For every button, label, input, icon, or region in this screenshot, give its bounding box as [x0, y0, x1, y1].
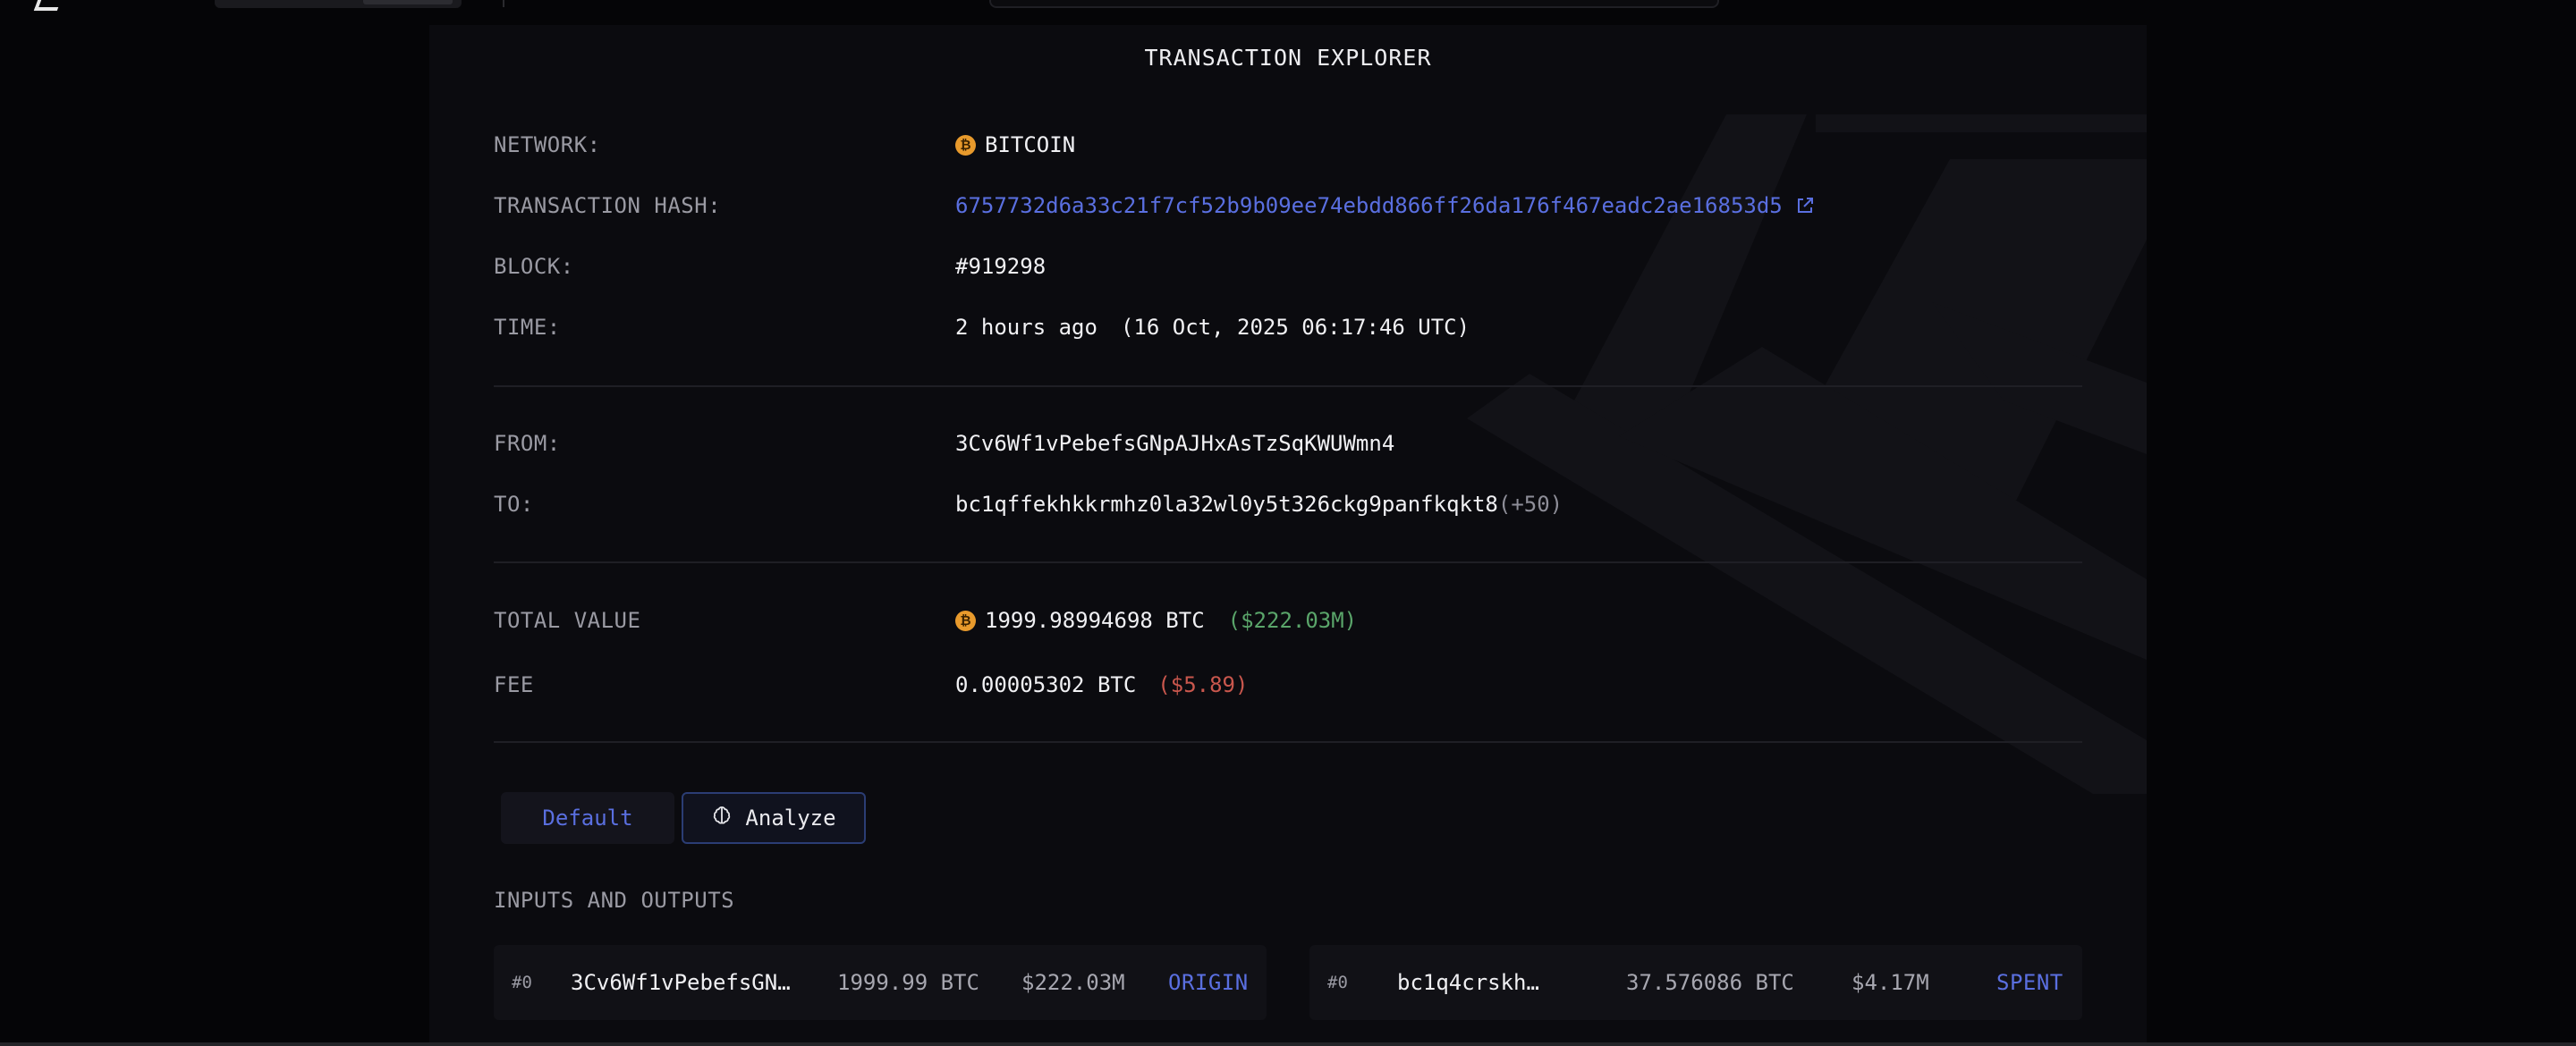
hash-label: TRANSACTION HASH: [494, 193, 722, 218]
output-address[interactable]: bc1q4crskh… [1397, 945, 1539, 1020]
network-label: NETWORK: [494, 132, 601, 157]
from-address[interactable]: 3Cv6Wf1vPebefsGNpAJHxAsTzSqKWUWmn4 [955, 426, 1394, 461]
external-link-icon[interactable] [1795, 196, 1815, 215]
network-selector[interactable] [215, 0, 462, 8]
to-extra-count[interactable]: (+50) [1498, 486, 1563, 522]
divider [494, 561, 2082, 563]
fee-label: FEE [494, 672, 534, 697]
input-status-badge: ORIGIN [1168, 970, 1249, 995]
time-label: TIME: [494, 315, 561, 340]
to-label: TO: [494, 492, 534, 517]
inputs-outputs-heading: INPUTS AND OUTPUTS [494, 888, 735, 913]
nav-divider [503, 0, 504, 7]
from-label: FROM: [494, 431, 561, 456]
input-index: #0 [512, 973, 532, 992]
total-value-btc: 1999.98994698 BTC [985, 608, 1205, 633]
brain-icon [711, 805, 733, 831]
output-index: #0 [1327, 973, 1348, 992]
transaction-hash-link[interactable]: 6757732d6a33c21f7cf52b9b09ee74ebdd866ff2… [955, 188, 1783, 224]
network-value: BITCOIN [985, 132, 1076, 157]
total-value-usd: ($222.03M) [1227, 608, 1358, 633]
divider [494, 385, 2082, 387]
transaction-panel: TRANSACTION EXPLORER NETWORK: ₿ BITCOIN … [429, 25, 2147, 1046]
network-row: NETWORK: ₿ BITCOIN [494, 127, 2082, 163]
output-usd: $4.17M [1852, 970, 1929, 995]
time-relative: 2 hours ago [955, 315, 1097, 340]
divider [494, 741, 2082, 743]
output-row[interactable]: #0 bc1q4crskh… 37.576086 BTC $4.17M SPEN… [1309, 945, 2082, 1020]
tab-analyze[interactable]: Analyze [682, 792, 866, 844]
bitcoin-icon: ₿ [955, 610, 976, 631]
network-selector-badge [363, 0, 453, 4]
time-value-wrap: 2 hours ago (16 Oct, 2025 06:17:46 UTC) [955, 309, 1470, 345]
block-label: BLOCK: [494, 254, 574, 279]
block-row: BLOCK: #919298 [494, 249, 2082, 284]
output-status-badge: SPENT [1996, 970, 2063, 995]
hash-value-wrap: 6757732d6a33c21f7cf52b9b09ee74ebdd866ff2… [955, 188, 1815, 224]
page-title: TRANSACTION EXPLORER [1144, 45, 1432, 71]
fee-usd: ($5.89) [1157, 672, 1249, 697]
bottom-border [0, 1042, 2576, 1046]
bitcoin-icon: ₿ [955, 134, 976, 156]
total-value-wrap: ₿ 1999.98994698 BTC ($222.03M) [955, 603, 1357, 638]
output-amount: 37.576086 BTC [1626, 970, 1794, 995]
view-tabs: Default Analyze [501, 792, 866, 848]
block-value[interactable]: #919298 [955, 249, 1046, 284]
input-row[interactable]: #0 3Cv6Wf1vPebefsGN… 1999.99 BTC $222.03… [494, 945, 1267, 1020]
tab-analyze-label: Analyze [745, 806, 836, 831]
time-row: TIME: 2 hours ago (16 Oct, 2025 06:17:46… [494, 309, 2082, 345]
input-amount: 1999.99 BTC [837, 970, 979, 995]
tab-default-label: Default [542, 806, 633, 831]
hash-row: TRANSACTION HASH: 6757732d6a33c21f7cf52b… [494, 188, 2082, 224]
input-usd: $222.03M [1021, 970, 1125, 995]
search-input[interactable] [989, 0, 1719, 8]
top-navbar [0, 0, 2576, 13]
to-value-wrap: bc1qffekhkkrmhz0la32wl0y5t326ckg9panfkqk… [955, 486, 1563, 522]
tab-default[interactable]: Default [501, 792, 674, 844]
logo-chevron-icon[interactable] [33, 0, 62, 11]
to-address[interactable]: bc1qffekhkkrmhz0la32wl0y5t326ckg9panfkqk… [955, 486, 1498, 522]
fee-value-wrap: 0.00005302 BTC ($5.89) [955, 667, 1248, 703]
fee-row: FEE 0.00005302 BTC ($5.89) [494, 667, 2082, 703]
fee-btc: 0.00005302 BTC [955, 672, 1137, 697]
time-absolute: (16 Oct, 2025 06:17:46 UTC) [1120, 315, 1470, 340]
total-value-label: TOTAL VALUE [494, 608, 641, 633]
input-address[interactable]: 3Cv6Wf1vPebefsGN… [571, 945, 791, 1020]
from-row: FROM: 3Cv6Wf1vPebefsGNpAJHxAsTzSqKWUWmn4 [494, 426, 2082, 461]
network-value-wrap: ₿ BITCOIN [955, 127, 1075, 163]
total-value-row: TOTAL VALUE ₿ 1999.98994698 BTC ($222.03… [494, 603, 2082, 638]
to-row: TO: bc1qffekhkkrmhz0la32wl0y5t326ckg9pan… [494, 486, 2082, 522]
